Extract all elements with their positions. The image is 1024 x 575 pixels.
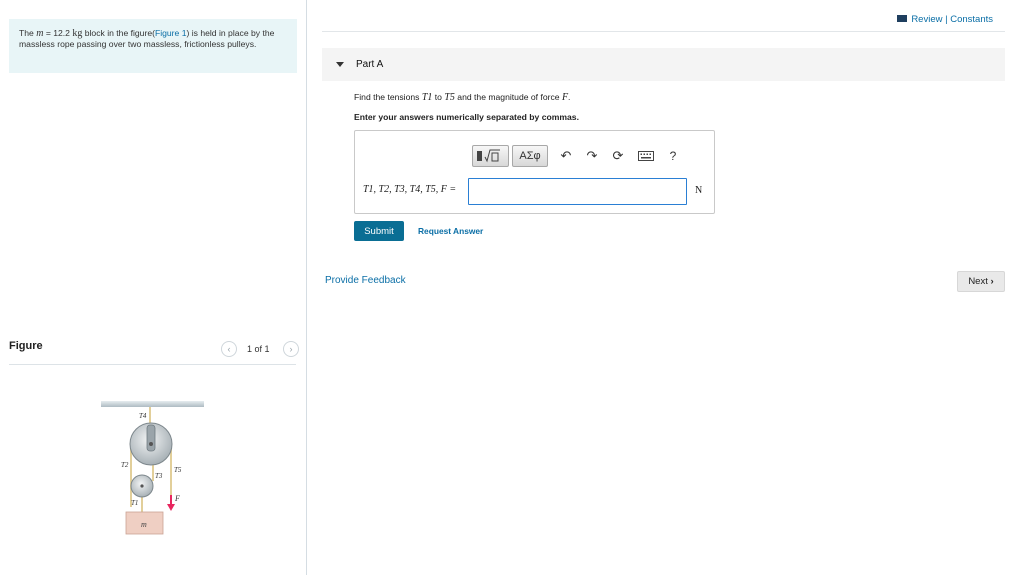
question-part: to [432, 92, 445, 102]
chevron-left-icon[interactable]: ‹ [221, 341, 237, 357]
label-t2: T2 [121, 461, 129, 469]
pulley-figure: T4 T2 T3 T5 T1 F m [101, 401, 204, 535]
label-t1: T1 [131, 499, 138, 507]
question-t5: T5 [444, 92, 455, 103]
answer-input[interactable] [468, 178, 687, 205]
label-m: m [141, 520, 147, 529]
problem-statement: The m = 12.2 kg block in the figure(Figu… [9, 19, 297, 73]
book-icon [897, 15, 908, 22]
help-icon[interactable]: ? [665, 147, 681, 165]
reset-icon[interactable]: ⟳ [610, 147, 626, 165]
next-button[interactable]: Next › [957, 271, 1005, 292]
figure-link[interactable]: Figure 1 [155, 28, 187, 38]
answer-unit: N [695, 185, 703, 196]
question-part: . [568, 92, 571, 102]
caret-down-icon[interactable] [336, 62, 344, 67]
question-text: Find the tensions T1 to T5 and the magni… [354, 92, 570, 103]
ceiling [101, 401, 204, 407]
label-t3: T3 [155, 472, 163, 480]
part-header[interactable]: Part A [322, 48, 1005, 81]
mass-unit: kg [72, 28, 83, 39]
answer-box: ΑΣφ ↶ ↷ ⟳ ? T1, T2, T3, T4, T5, F = N [354, 130, 715, 214]
figure-header: Figure ‹ 1 of 1 › [9, 336, 299, 365]
provide-feedback-link[interactable]: Provide Feedback [325, 275, 406, 286]
figure-count: 1 of 1 [247, 344, 270, 354]
label-f: F [174, 494, 180, 503]
review-link[interactable]: Review [911, 14, 942, 25]
question-part: Find the tensions [354, 92, 422, 102]
undo-icon[interactable]: ↶ [558, 147, 574, 165]
part-title: Part A [356, 59, 384, 70]
answer-label: T1, T2, T3, T4, T5, F = [363, 184, 457, 195]
question-part: and the magnitude of force [454, 92, 562, 102]
label-t5: T5 [174, 466, 182, 474]
question-t1: T1 [421, 92, 433, 103]
greek-symbols-button[interactable]: ΑΣφ [512, 145, 548, 167]
divider [322, 31, 1005, 32]
submit-button[interactable]: Submit [354, 221, 404, 241]
templates-icon[interactable] [472, 145, 509, 167]
left-panel: The m = 12.2 kg block in the figure(Figu… [0, 0, 307, 575]
label-t4: T4 [139, 412, 147, 420]
right-panel: Review | Constants Part A Find the tensi… [307, 0, 1024, 575]
chevron-right-icon: › [990, 276, 994, 287]
problem-prefix: The [19, 28, 37, 38]
request-answer-link[interactable]: Request Answer [418, 226, 483, 236]
top-pulley-bracket [146, 424, 156, 452]
redo-icon[interactable]: ↷ [584, 147, 600, 165]
chevron-right-icon[interactable]: › [283, 341, 299, 357]
review-constants: Review | Constants [897, 14, 993, 25]
mass-value: = 12.2 [43, 28, 73, 38]
next-label: Next [968, 276, 988, 287]
instruction-text: Enter your answers numerically separated… [354, 112, 579, 122]
constants-link[interactable]: Constants [950, 14, 993, 25]
problem-middle: block in the figure( [82, 28, 155, 38]
force-arrow-head [167, 504, 175, 511]
figure-title: Figure [9, 340, 43, 352]
keyboard-icon[interactable] [637, 147, 655, 166]
